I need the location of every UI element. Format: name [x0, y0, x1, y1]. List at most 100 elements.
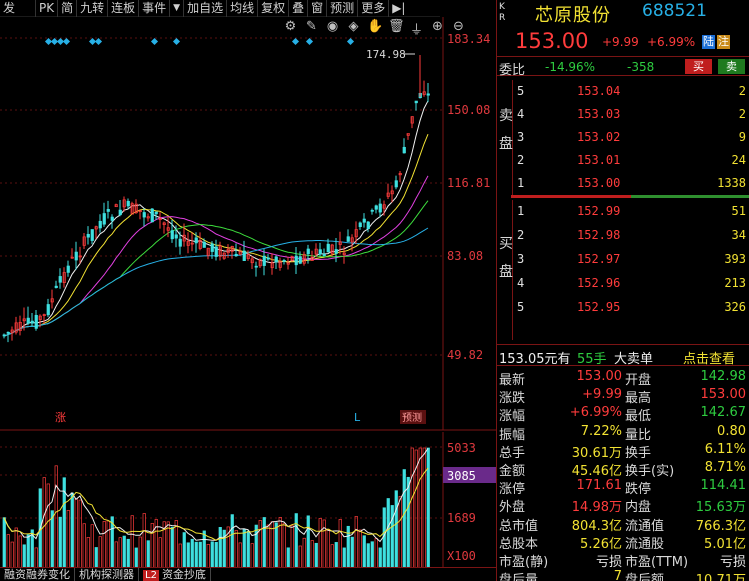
bid-level[interactable]: 5 152.95 326 — [497, 296, 749, 319]
volume-bar — [82, 523, 86, 568]
bid-level[interactable]: 4 152.96 213 — [497, 272, 749, 295]
volume-bar — [410, 447, 414, 568]
candle-body — [334, 249, 338, 254]
bid-level[interactable]: 1 152.99 51 — [497, 200, 749, 223]
candle-body — [170, 230, 174, 240]
kline-chart[interactable]: 183.34 150.08 116.81 83.08 49.82 174.98 … — [0, 17, 496, 432]
volume-bars — [2, 447, 430, 568]
volume-bar — [422, 447, 426, 568]
candle-body — [374, 205, 378, 210]
stat-value: 14.98万 — [571, 500, 622, 516]
toolbar-item-simple[interactable]: 简 — [58, 0, 78, 17]
toolbar-item-adjust[interactable]: 复权 — [258, 0, 290, 17]
event-diamond — [346, 37, 355, 46]
volume-bar — [362, 535, 366, 568]
stat-value: 142.98 — [700, 369, 747, 384]
volume-bar — [282, 522, 286, 568]
volume-bar — [102, 521, 106, 568]
toolbar-item-window[interactable]: 窗 — [308, 0, 328, 17]
event-diamond — [305, 37, 314, 46]
big-order-label: 大卖单 — [614, 352, 654, 367]
candle-body — [110, 216, 114, 221]
candle-body — [298, 256, 302, 264]
bid-book: 买盘 1 152.99 51 2 152.98 34 3 152.97 393 4 152.9… — [497, 200, 749, 340]
volume-bar — [298, 545, 302, 568]
candle-body — [402, 146, 406, 154]
toolbar-item-lianban[interactable]: 连板 — [108, 0, 140, 17]
candlesticks — [2, 55, 430, 343]
candle-body — [362, 218, 366, 223]
toolbar-item-pk[interactable]: PK — [36, 0, 59, 17]
candle-body — [358, 222, 362, 227]
volume-bar — [34, 547, 38, 568]
tab-institution-detector[interactable]: 机构探测器 — [75, 568, 139, 581]
sell-button[interactable]: 卖 — [718, 59, 745, 74]
candle-body — [178, 238, 182, 247]
buy-button[interactable]: 买 — [685, 59, 712, 74]
tab-margin-trading[interactable]: 融资融券变化 — [0, 568, 75, 581]
volume-bar — [130, 515, 134, 568]
stat-label: 换手 — [625, 445, 652, 461]
toolbar-collapse-icon[interactable]: ▶| — [389, 0, 408, 17]
ask-level[interactable]: 3 153.02 9 — [497, 126, 749, 149]
stat-row: 金额 45.46亿 换手(实) 8.71% — [497, 459, 749, 479]
candle-body — [414, 100, 418, 104]
stat-value: 114.41 — [700, 478, 747, 494]
stat-row: 涨跌 +9.99 最高 153.00 — [497, 386, 749, 406]
candle-body — [214, 246, 218, 257]
candle-body — [266, 257, 270, 260]
events-dropdown-icon[interactable]: ▼ — [170, 0, 185, 17]
price-change-percent: +6.99% — [647, 35, 696, 49]
candle-body — [426, 93, 430, 96]
toolbar-item-events[interactable]: 事件 — [139, 0, 171, 17]
bid-level[interactable]: 3 152.97 393 — [497, 248, 749, 271]
volume-bar — [86, 537, 90, 568]
volume-bar — [98, 536, 102, 568]
stat-label: 换手(实) — [625, 463, 675, 479]
stat-value: 10.71万 — [695, 573, 746, 581]
candle-body — [118, 209, 122, 216]
tab-capital-bottom[interactable]: L2 资金抄底 — [139, 568, 211, 581]
volume-bar — [294, 513, 298, 568]
toolbar-item-jiuzhuan[interactable]: 九转 — [77, 0, 109, 17]
candle-body — [46, 304, 50, 316]
volume-bar — [214, 541, 218, 568]
volume-bar — [198, 541, 202, 568]
volume-bar — [354, 516, 358, 568]
ask-level[interactable]: 1 153.00 1338 — [497, 172, 749, 195]
stat-label: 最低 — [625, 409, 652, 425]
volume-bar — [122, 535, 126, 568]
volume-bar — [118, 537, 122, 568]
toolbar-item-forecast[interactable]: 预测 — [327, 0, 359, 17]
event-diamond — [62, 37, 71, 46]
volume-chart[interactable]: 5033 3085 1689 X100 — [0, 432, 496, 568]
candle-body — [322, 254, 326, 256]
candle-body — [174, 234, 178, 239]
stat-label: 市盈(TTM) — [625, 554, 689, 570]
bid-level[interactable]: 2 152.98 34 — [497, 224, 749, 247]
marker-forecast[interactable]: 预测 — [402, 411, 422, 424]
toolbar-item-ma[interactable]: 均线 — [227, 0, 259, 17]
volume-bar — [330, 544, 334, 568]
candle-body — [274, 256, 278, 263]
volume-bar — [190, 538, 194, 568]
volume-bar — [66, 510, 70, 568]
toolbar-item-more[interactable]: 更多 — [358, 0, 390, 17]
event-diamond — [172, 37, 181, 46]
toolbar-item-add-watch[interactable]: 加自选 — [184, 0, 228, 17]
volume-bar — [174, 520, 178, 568]
volume-bar — [6, 534, 10, 568]
ask-level[interactable]: 5 153.04 2 — [497, 80, 749, 103]
ask-level[interactable]: 2 153.01 24 — [497, 149, 749, 172]
toolbar-item-overlay[interactable]: 叠 — [289, 0, 309, 17]
candle-body — [210, 243, 214, 252]
volume-bar — [266, 524, 270, 568]
candle-body — [66, 265, 70, 273]
ma-line — [3, 134, 429, 337]
stat-label: 总股本 — [499, 536, 539, 552]
stat-label: 涨幅 — [499, 409, 526, 425]
view-details-link[interactable]: 点击查看 — [683, 348, 735, 367]
ask-level[interactable]: 4 153.03 2 — [497, 103, 749, 126]
volume-current-value: 3085 — [447, 469, 476, 483]
toolbar-item-fa[interactable]: 发 — [0, 0, 36, 17]
